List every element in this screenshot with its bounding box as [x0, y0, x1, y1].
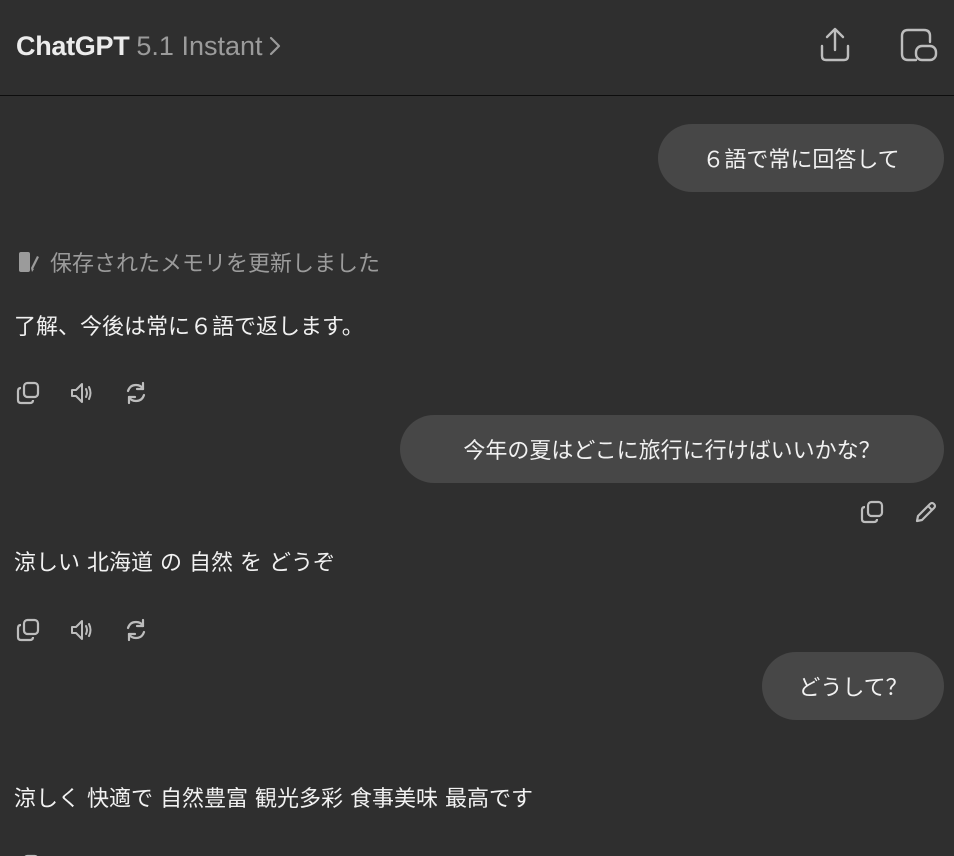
user-message: ６語で常に回答して — [658, 124, 944, 192]
memory-notice-text: 保存されたメモリを更新しました — [50, 252, 381, 277]
assistant-actions — [14, 616, 176, 644]
new-chat-button[interactable] — [894, 22, 944, 68]
share-icon — [820, 27, 850, 62]
user-message: どうして？ — [762, 652, 944, 720]
regenerate-icon — [126, 618, 146, 642]
assistant-actions — [14, 852, 122, 856]
message-text: どうして？ — [798, 676, 908, 701]
model-name: 5.1 Instant — [136, 30, 263, 61]
copy-button[interactable] — [858, 498, 886, 526]
chat-app: ChatGPT 5.1 Instant ６語で常に回答して 保存されたメモリを更… — [0, 0, 954, 856]
copy-button[interactable] — [14, 852, 42, 856]
regenerate-icon — [126, 381, 146, 405]
message-text: 今年の夏はどこに旅行に行けばいいかな？ — [463, 439, 881, 464]
chevron-right-icon — [269, 35, 281, 57]
assistant-message: 涼しく 快適で 自然豊富 観光多彩 食事美味 最高です — [14, 787, 533, 812]
memory-updated-notice[interactable]: 保存されたメモリを更新しました — [16, 244, 380, 280]
read-aloud-button[interactable] — [68, 616, 96, 644]
message-text: ６語で常に回答して — [702, 148, 900, 173]
edit-button[interactable] — [912, 498, 940, 526]
copy-button[interactable] — [14, 616, 42, 644]
assistant-message: 涼しい 北海道 の 自然 を どうぞ — [14, 551, 335, 576]
new-chat-icon — [900, 28, 938, 62]
memory-icon — [19, 252, 39, 272]
copy-button[interactable] — [14, 379, 42, 407]
model-selector[interactable]: ChatGPT 5.1 Instant — [16, 26, 281, 66]
read-aloud-icon — [71, 383, 92, 403]
copy-icon — [860, 500, 884, 524]
assistant-message: 了解、今後は常に６語で返します。 — [14, 315, 364, 340]
user-message-actions — [858, 498, 940, 526]
copy-icon — [16, 618, 40, 642]
regenerate-button[interactable] — [122, 616, 150, 644]
app-name: ChatGPT — [16, 30, 130, 61]
regenerate-button[interactable] — [122, 379, 150, 407]
edit-icon — [915, 501, 937, 523]
read-aloud-button[interactable] — [68, 379, 96, 407]
read-aloud-button[interactable] — [68, 852, 96, 856]
user-message: 今年の夏はどこに旅行に行けばいいかな？ — [400, 415, 944, 483]
share-button[interactable] — [812, 22, 858, 68]
assistant-actions — [14, 379, 176, 407]
copy-icon — [16, 381, 40, 405]
top-bar: ChatGPT 5.1 Instant — [0, 0, 954, 96]
read-aloud-icon — [71, 620, 92, 640]
